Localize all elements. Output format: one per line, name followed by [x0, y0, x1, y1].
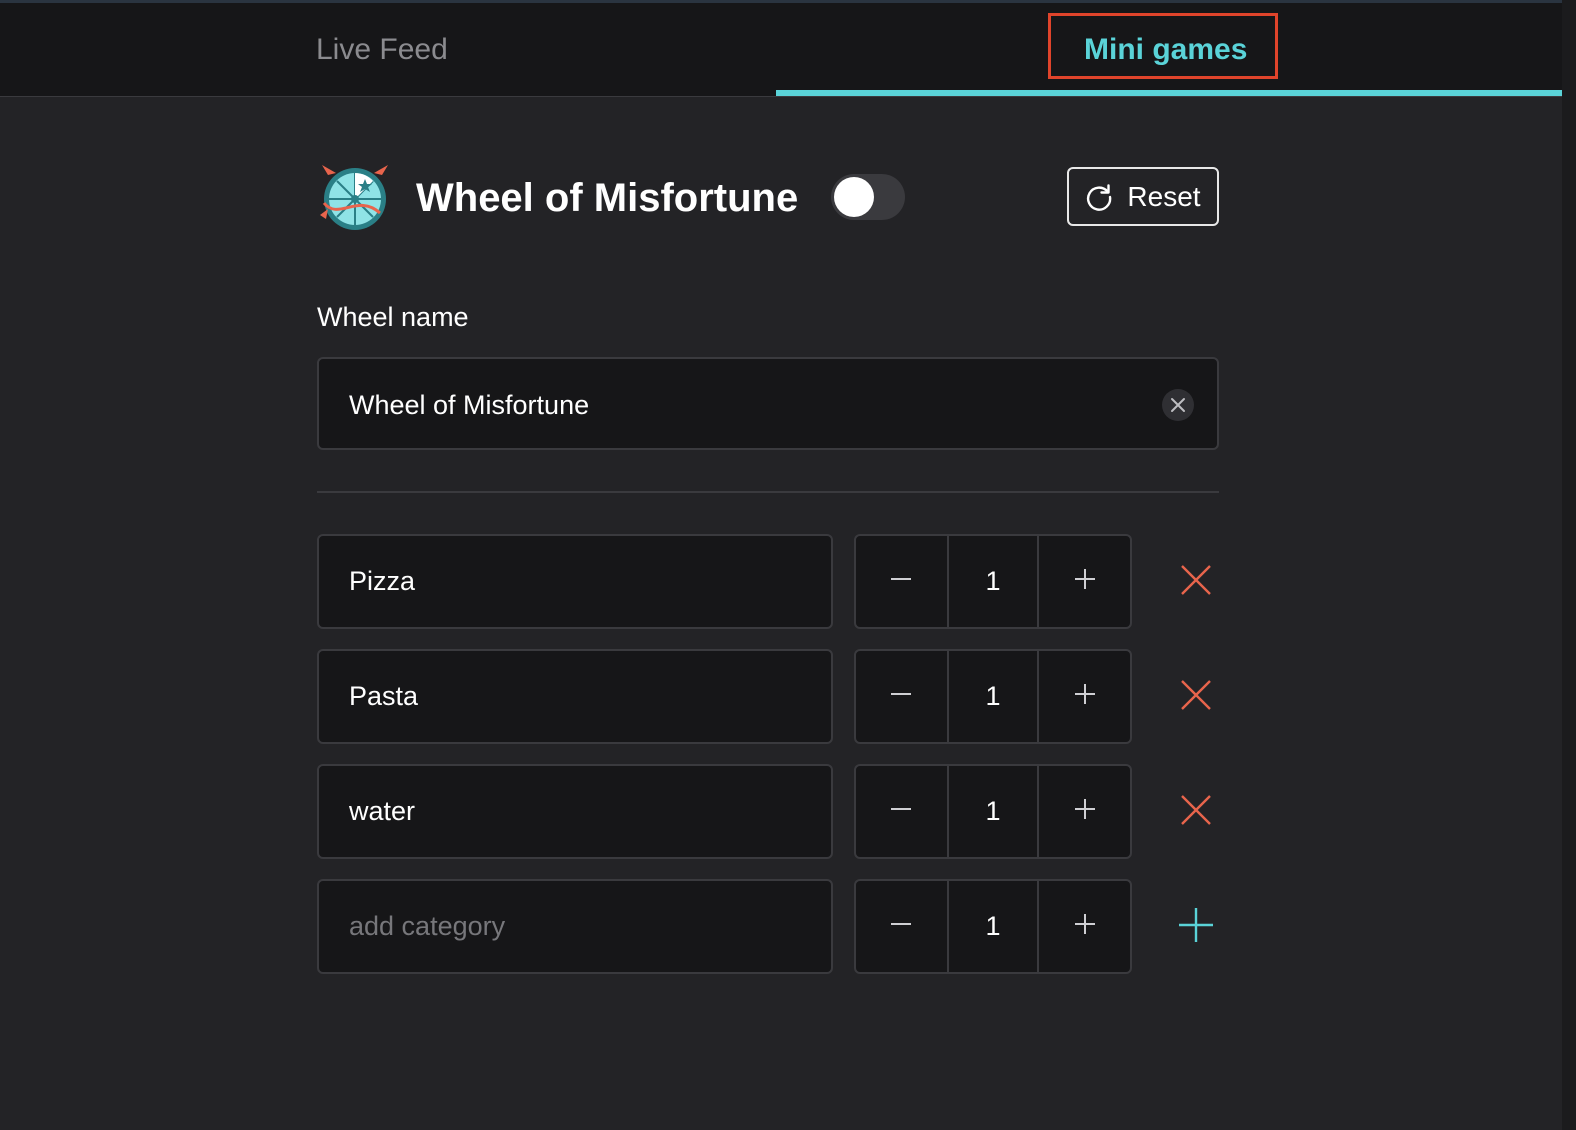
category-name-value: water [349, 796, 416, 826]
category-row: Pizza 1 [317, 534, 1227, 629]
count-value[interactable]: 1 [946, 881, 1040, 972]
category-row: Pasta 1 [317, 649, 1227, 744]
minus-icon [890, 683, 912, 710]
tab-bar: Live Feed Mini games [0, 3, 1562, 97]
increment-button[interactable] [1039, 536, 1130, 627]
active-tab-indicator [776, 90, 1562, 96]
clear-wheel-name-button[interactable] [1162, 389, 1194, 421]
close-icon [1178, 680, 1214, 717]
category-name-input[interactable]: water [317, 764, 833, 859]
close-icon [1178, 795, 1214, 832]
remove-category-button[interactable] [1178, 677, 1214, 713]
tab-mini-games[interactable]: Mini games [776, 3, 1562, 96]
close-icon [1178, 565, 1214, 602]
wheel-name-value: Wheel of Misfortune [349, 390, 590, 420]
tab-mini-games-label: Mini games [1084, 32, 1248, 66]
new-category-count-stepper: 1 [854, 879, 1132, 974]
remove-category-button[interactable] [1178, 792, 1214, 828]
toggle-knob [834, 177, 874, 217]
count-value[interactable]: 1 [946, 536, 1040, 627]
count-value[interactable]: 1 [946, 766, 1040, 857]
reset-button-label: Reset [1127, 180, 1201, 212]
increment-button[interactable] [1039, 881, 1130, 972]
wheel-name-input[interactable]: Wheel of Misfortune [317, 357, 1219, 450]
wheel-name-label: Wheel name [317, 302, 469, 332]
category-name-input[interactable]: Pasta [317, 649, 833, 744]
game-title: Wheel of Misfortune [416, 176, 799, 220]
category-name-input[interactable]: Pizza [317, 534, 833, 629]
decrement-button[interactable] [856, 881, 947, 972]
minus-icon [890, 568, 912, 595]
scrollbar-track[interactable] [1562, 0, 1576, 1130]
minus-icon [890, 798, 912, 825]
category-count-stepper: 1 [854, 534, 1132, 629]
refresh-icon [1085, 183, 1113, 211]
minus-icon [890, 913, 912, 940]
tab-live-feed[interactable]: Live Feed [0, 3, 776, 96]
close-icon [1162, 398, 1194, 425]
decrement-button[interactable] [856, 536, 947, 627]
add-category-placeholder: add category [349, 911, 506, 941]
section-divider [317, 491, 1219, 493]
tab-live-feed-label: Live Feed [316, 32, 448, 66]
increment-button[interactable] [1039, 766, 1130, 857]
remove-category-button[interactable] [1178, 562, 1214, 598]
plus-icon [1074, 798, 1096, 825]
category-count-stepper: 1 [854, 764, 1132, 859]
add-category-input[interactable]: add category [317, 879, 833, 974]
category-count-stepper: 1 [854, 649, 1132, 744]
new-category-row: add category 1 [317, 879, 1227, 974]
wheel-of-misfortune-logo-icon [318, 163, 392, 233]
plus-icon [1074, 568, 1096, 595]
decrement-button[interactable] [856, 766, 947, 857]
plus-icon [1074, 913, 1096, 940]
category-name-value: Pizza [349, 566, 416, 596]
add-category-button[interactable] [1178, 907, 1214, 943]
increment-button[interactable] [1039, 651, 1130, 742]
reset-button[interactable]: Reset [1067, 167, 1219, 226]
plus-icon [1178, 908, 1214, 947]
count-value[interactable]: 1 [946, 651, 1040, 742]
category-name-value: Pasta [349, 681, 419, 711]
category-row: water 1 [317, 764, 1227, 859]
plus-icon [1074, 683, 1096, 710]
decrement-button[interactable] [856, 651, 947, 742]
game-enabled-toggle[interactable] [831, 174, 905, 220]
